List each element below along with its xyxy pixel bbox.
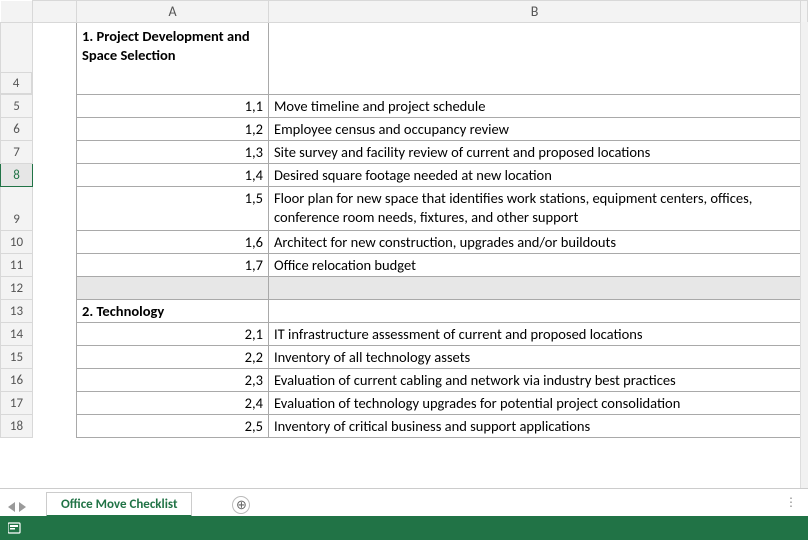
row-header[interactable]: 9 — [1, 187, 33, 231]
status-bar — [0, 516, 808, 540]
cell-B[interactable]: Inventory of critical business and suppo… — [269, 415, 801, 438]
gutter-cell — [33, 300, 77, 323]
cell-B[interactable] — [269, 277, 801, 300]
table-row: 16 2,3Evaluation of current cabling and n… — [1, 369, 808, 392]
gutter-cell — [33, 392, 77, 415]
column-header-B[interactable]: B — [269, 1, 801, 23]
record-macro-icon[interactable] — [8, 521, 24, 535]
vertical-scrollbar[interactable] — [800, 22, 808, 488]
cell-B[interactable]: Office relocation budget — [269, 254, 801, 277]
row-header[interactable]: 11 — [1, 254, 33, 277]
cell-A[interactable]: 2,5 — [77, 415, 269, 438]
cell-B[interactable]: Inventory of all technology assets — [269, 346, 801, 369]
gutter-cell — [33, 95, 77, 118]
cell-B[interactable]: Evaluation of current cabling and networ… — [269, 369, 801, 392]
column-header-A[interactable]: A — [77, 1, 269, 23]
cell-B[interactable]: Floor plan for new space that identifies… — [269, 187, 801, 231]
tab-next-icon[interactable] — [19, 502, 26, 512]
cell-B[interactable]: Desired square footage needed at new loc… — [269, 164, 801, 187]
gutter-cell — [33, 187, 77, 231]
row-header[interactable]: 15 — [1, 346, 33, 369]
row-header[interactable]: 7 — [1, 141, 33, 164]
cell-B[interactable]: Move timeline and project schedule — [269, 95, 801, 118]
cell-A[interactable]: 1,4 — [77, 164, 269, 187]
cell-A[interactable]: 1,6 — [77, 231, 269, 254]
table-row: 7 1,3Site survey and facility review of c… — [1, 141, 808, 164]
column-header-row: A B — [1, 1, 808, 23]
section-title-cell[interactable]: 1. Project Development and Space Selecti… — [77, 23, 269, 95]
row-header[interactable]: 14 — [1, 323, 33, 346]
cell-B[interactable]: IT infrastructure assessment of current … — [269, 323, 801, 346]
cell-A[interactable] — [77, 277, 269, 300]
gutter-cell — [33, 323, 77, 346]
gutter-cell — [33, 164, 77, 187]
gutter-cell — [33, 346, 77, 369]
cell-A[interactable]: 1,5 — [77, 187, 269, 231]
table-row: 17 2,4Evaluation of technology upgrades f… — [1, 392, 808, 415]
table-row: 11 1,7Office relocation budget — [1, 254, 808, 277]
spreadsheet-grid[interactable]: A B 1. Project Development and Space Sel… — [0, 0, 808, 438]
cell-A[interactable]: 1,1 — [77, 95, 269, 118]
row-header[interactable]: 13 — [1, 300, 33, 323]
new-sheet-button[interactable]: ⊕ — [232, 496, 250, 514]
gutter-cell — [33, 277, 77, 300]
gutter-cell — [33, 415, 77, 438]
row-header[interactable]: 10 — [1, 231, 33, 254]
table-row: 9 1,5Floor plan for new space that identi… — [1, 187, 808, 231]
tab-prev-icon[interactable] — [8, 502, 15, 512]
table-row: 5 1,1Move timeline and project schedule — [1, 95, 808, 118]
table-row: 18 2,5Inventory of critical business and … — [1, 415, 808, 438]
gutter-cell — [33, 23, 77, 95]
cell-A[interactable]: 2,3 — [77, 369, 269, 392]
cell-A[interactable]: 2,2 — [77, 346, 269, 369]
table-row: 14 2,1IT infrastructure assessment of cur… — [1, 323, 808, 346]
row-header[interactable]: 12 — [1, 277, 33, 300]
cell-A[interactable]: 1,3 — [77, 141, 269, 164]
row-header[interactable]: 6 — [1, 118, 33, 141]
gutter-cell — [33, 118, 77, 141]
select-all-corner[interactable] — [1, 1, 33, 23]
cell-B[interactable]: Architect for new construction, upgrades… — [269, 231, 801, 254]
section-title-cell[interactable]: 2. Technology — [77, 300, 269, 323]
table-row: 12 — [1, 277, 808, 300]
table-row: 6 1,2Employee census and occupancy review — [1, 118, 808, 141]
row-header[interactable]: 8 — [1, 164, 33, 187]
table-row: 13 2. Technology — [1, 300, 808, 323]
cell-A[interactable]: 1,7 — [77, 254, 269, 277]
sheet-tab-bar: Office Move Checklist ⊕ ⋮ — [0, 488, 808, 516]
table-row: 1. Project Development and Space Selecti… — [1, 23, 808, 95]
gutter-cell — [33, 141, 77, 164]
row-header[interactable]: 18 — [1, 415, 33, 438]
table-row: 10 1,6Architect for new construction, upg… — [1, 231, 808, 254]
row-header[interactable]: 5 — [1, 95, 33, 118]
cell-B[interactable] — [269, 23, 801, 95]
row-header[interactable]: 4 — [0, 72, 32, 94]
row-header[interactable]: 16 — [1, 369, 33, 392]
cell-A[interactable]: 2,4 — [77, 392, 269, 415]
cell-A[interactable]: 1,2 — [77, 118, 269, 141]
cell-B[interactable]: Employee census and occupancy review — [269, 118, 801, 141]
tab-nav-arrows[interactable] — [8, 502, 26, 512]
cell-B[interactable]: Evaluation of technology upgrades for po… — [269, 392, 801, 415]
cell-B[interactable]: Site survey and facility review of curre… — [269, 141, 801, 164]
row-header[interactable]: 17 — [1, 392, 33, 415]
table-row: 8 1,4Desired square footage needed at new… — [1, 164, 808, 187]
tab-options-button[interactable]: ⋮ — [785, 495, 798, 510]
gutter-cell — [33, 231, 77, 254]
cell-B[interactable] — [269, 300, 801, 323]
cell-A[interactable]: 2,1 — [77, 323, 269, 346]
sheet-tab-active[interactable]: Office Move Checklist — [46, 492, 192, 517]
gutter-cell — [33, 369, 77, 392]
gutter-cell — [33, 254, 77, 277]
table-row: 15 2,2Inventory of all technology assets — [1, 346, 808, 369]
